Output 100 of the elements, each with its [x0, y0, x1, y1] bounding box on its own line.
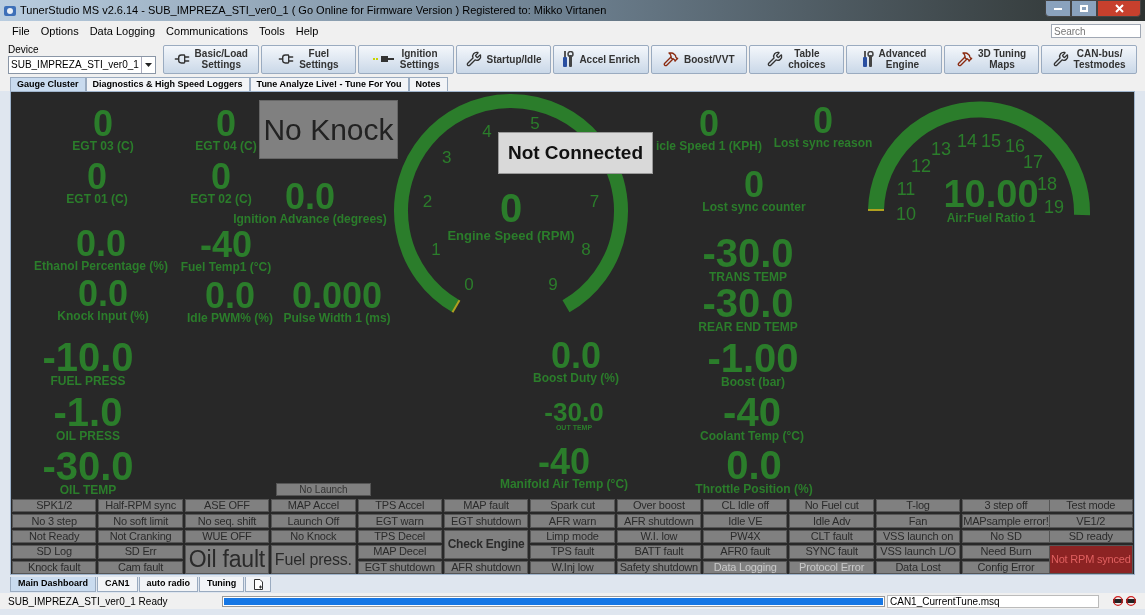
indicator-light: MAP Decel — [357, 545, 442, 559]
readout-label: Lost sync counter — [702, 200, 806, 213]
readout-label: Ethanol Percentage (%) — [34, 259, 168, 272]
toolbar-button[interactable]: Accel Enrich — [553, 44, 649, 74]
connection-icon — [1112, 596, 1124, 606]
indicator-light: Idle Adv — [789, 514, 874, 528]
indicator-light: WUE OFF — [184, 529, 270, 544]
readout-label: icle Speed 1 (KPH) — [656, 139, 762, 152]
plug-icon — [372, 54, 395, 64]
readout-value: -40 — [538, 449, 590, 475]
indicator-light: VSS launch L/O — [875, 545, 961, 559]
indicator-light: Safety shutdown — [616, 560, 702, 574]
readout-label: Pulse Width 1 (ms) — [283, 311, 391, 324]
indicator-light: TPS Decel — [357, 529, 442, 544]
gauge-value: 0 — [499, 192, 523, 224]
minimize-button[interactable] — [1045, 0, 1071, 17]
menu-item[interactable]: Communications — [166, 22, 249, 40]
dashboard-tab[interactable]: Tuning — [199, 577, 245, 592]
indicator-light: MAPsample error! — [962, 514, 1050, 528]
readout-label: Manifold Air Temp (°C) — [499, 477, 629, 490]
dashboard-tab[interactable]: auto radio — [138, 577, 199, 592]
readout-value: 0 — [93, 111, 113, 137]
maximize-button[interactable] — [1071, 0, 1097, 17]
indicator-light: Not Ready — [12, 529, 97, 544]
indicator-light: AFR0 fault — [703, 545, 788, 559]
indicator-light: Fuel press. — [271, 545, 356, 574]
indicator-light: EGT shutdown — [357, 560, 442, 574]
gauge-needle — [451, 299, 461, 314]
tab[interactable]: Diagnostics & High Speed Loggers — [85, 77, 250, 91]
indicator-light: TPS fault — [530, 545, 615, 559]
not-connected-overlay: Not Connected — [498, 132, 653, 174]
device-dropdown[interactable]: SUB_IMPREZA_STI_ver0_1 — [8, 55, 156, 74]
tools-icon — [562, 51, 575, 67]
indicator-light: Cam fault — [98, 560, 183, 574]
readout-value: -1.00 — [707, 344, 799, 373]
toolbar-button[interactable]: Table choices — [748, 44, 845, 74]
gauge-tick-label: 1 — [431, 240, 441, 258]
tab[interactable]: Gauge Cluster — [10, 77, 86, 91]
launch-indicator: No Launch — [276, 483, 371, 496]
readout-label: REAR END TEMP — [698, 320, 798, 333]
toolbar-button[interactable]: Fuel Settings — [260, 44, 357, 74]
dashboard-tab[interactable]: Main Dashboard — [10, 577, 96, 592]
plug-icon — [173, 51, 190, 67]
menu-item[interactable]: Options — [40, 22, 79, 40]
readout-label: Idle PWM% (%) — [187, 311, 273, 324]
gauge-label: Engine Speed (RPM) — [447, 229, 575, 242]
toolbar-button[interactable]: Ignition Settings — [358, 44, 454, 74]
plug-icon — [278, 51, 295, 67]
indicator-light: T-log — [875, 499, 961, 513]
indicator-light: EGT warn — [357, 514, 442, 528]
toolbar-button[interactable]: Advanced Engine — [846, 44, 942, 74]
gauge-needle — [867, 209, 885, 211]
document-icon — [253, 578, 263, 590]
indicator-light: Check Engine — [443, 529, 529, 559]
indicator-light: No seq. shift — [184, 514, 270, 528]
indicator-light: No Knock — [271, 529, 356, 544]
indicator-light: SD Log — [12, 545, 97, 559]
minimize-icon — [1054, 7, 1062, 10]
indicator-light: SPK1/2 — [12, 499, 97, 513]
tune-file: CAN1_CurrentTune.msq — [887, 594, 1099, 608]
menu-item[interactable]: Data Logging — [89, 22, 156, 40]
gauge-tick-label: 5 — [530, 114, 540, 131]
indicator-light: Protocol Error — [789, 560, 874, 574]
indicator-light: Spark cut — [530, 499, 615, 513]
toolbar-button[interactable]: Boost/VVT — [650, 44, 747, 74]
new-dashboard-tab[interactable] — [245, 577, 272, 592]
menu-item[interactable]: Help — [295, 22, 319, 40]
gauge-tick-label: 2 — [422, 192, 433, 210]
readout-value: 0.0 — [550, 343, 601, 369]
readout-label: OIL PRESS — [56, 429, 120, 442]
tab[interactable]: Tune Analyze Live! - Tune For You — [249, 77, 409, 91]
gauge-tick-label: 17 — [1023, 153, 1043, 171]
readout-value: 0 — [211, 164, 231, 190]
toolbar-button[interactable]: Basic/Load Settings — [163, 44, 259, 74]
gauge-tick-label: 14 — [957, 132, 977, 150]
toolbar-button[interactable]: 3D Tuning Maps — [943, 44, 1040, 74]
readout-label: Coolant Temp (°C) — [700, 429, 804, 442]
indicator-light: Data Lost — [875, 560, 961, 574]
dashboard-tab[interactable]: CAN1 — [97, 577, 138, 592]
indicator-light: VE1/2 — [1048, 514, 1133, 528]
toolbar-button[interactable]: Startup/Idle — [455, 44, 552, 74]
readout-value: -30.0 — [544, 403, 604, 422]
readout-value: 0 — [813, 108, 833, 134]
hammer-icon — [663, 51, 679, 67]
indicator-light: Not RPM synced — [1048, 545, 1133, 574]
readout-label: TRANS TEMP — [709, 270, 787, 283]
indicator-light: AFR shutdown — [616, 514, 702, 528]
indicator-light: SD Err — [98, 545, 183, 559]
close-button[interactable] — [1097, 0, 1141, 17]
gauge-tick-label: 9 — [548, 275, 558, 293]
readout-value: -30.0 — [702, 289, 794, 318]
menu-item[interactable]: File — [12, 22, 30, 40]
status-message: SUB_IMPREZA_STI_ver0_1 Ready — [8, 594, 169, 609]
gauge-tick-label: 7 — [589, 192, 600, 210]
toolbar-button[interactable]: CAN-bus/ Testmodes — [1041, 44, 1137, 74]
menu-item[interactable]: Tools — [259, 22, 285, 40]
search-field[interactable]: Search — [1051, 24, 1141, 38]
readout-value: 0.000 — [291, 283, 383, 309]
tab[interactable]: Notes — [408, 77, 448, 91]
readout-value: 0.0 — [78, 281, 128, 307]
